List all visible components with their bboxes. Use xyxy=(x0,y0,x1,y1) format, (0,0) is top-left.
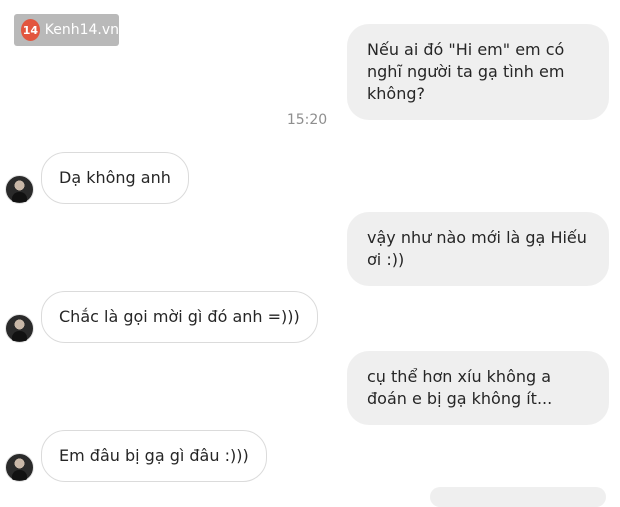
kenh14-logo-icon: 14 xyxy=(21,19,40,41)
message-bubble-outgoing[interactable]: Nếu ai đó "Hi em" em có nghĩ người ta gạ… xyxy=(347,24,609,120)
watermark-text: Kenh14.vn xyxy=(44,22,119,38)
message-bubble-outgoing[interactable]: cụ thể hơn xíu không a đoán e bị gạ khôn… xyxy=(347,351,609,425)
message-bubble-outgoing[interactable]: vậy như nào mới là gạ Hiếu ơi :)) xyxy=(347,212,609,286)
message-bubble-partial[interactable] xyxy=(430,487,606,507)
message-bubble-incoming[interactable]: Chắc là gọi mời gì đó anh =))) xyxy=(41,291,318,343)
message-bubble-incoming[interactable]: Em đâu bị gạ gì đâu :))) xyxy=(41,430,267,482)
contact-avatar[interactable] xyxy=(5,453,34,482)
contact-avatar[interactable] xyxy=(5,175,34,204)
message-timestamp: 15:20 xyxy=(286,112,328,128)
contact-avatar[interactable] xyxy=(5,314,34,343)
message-bubble-incoming[interactable]: Dạ không anh xyxy=(41,152,189,204)
kenh14-watermark: 14 Kenh14.vn xyxy=(14,14,119,46)
